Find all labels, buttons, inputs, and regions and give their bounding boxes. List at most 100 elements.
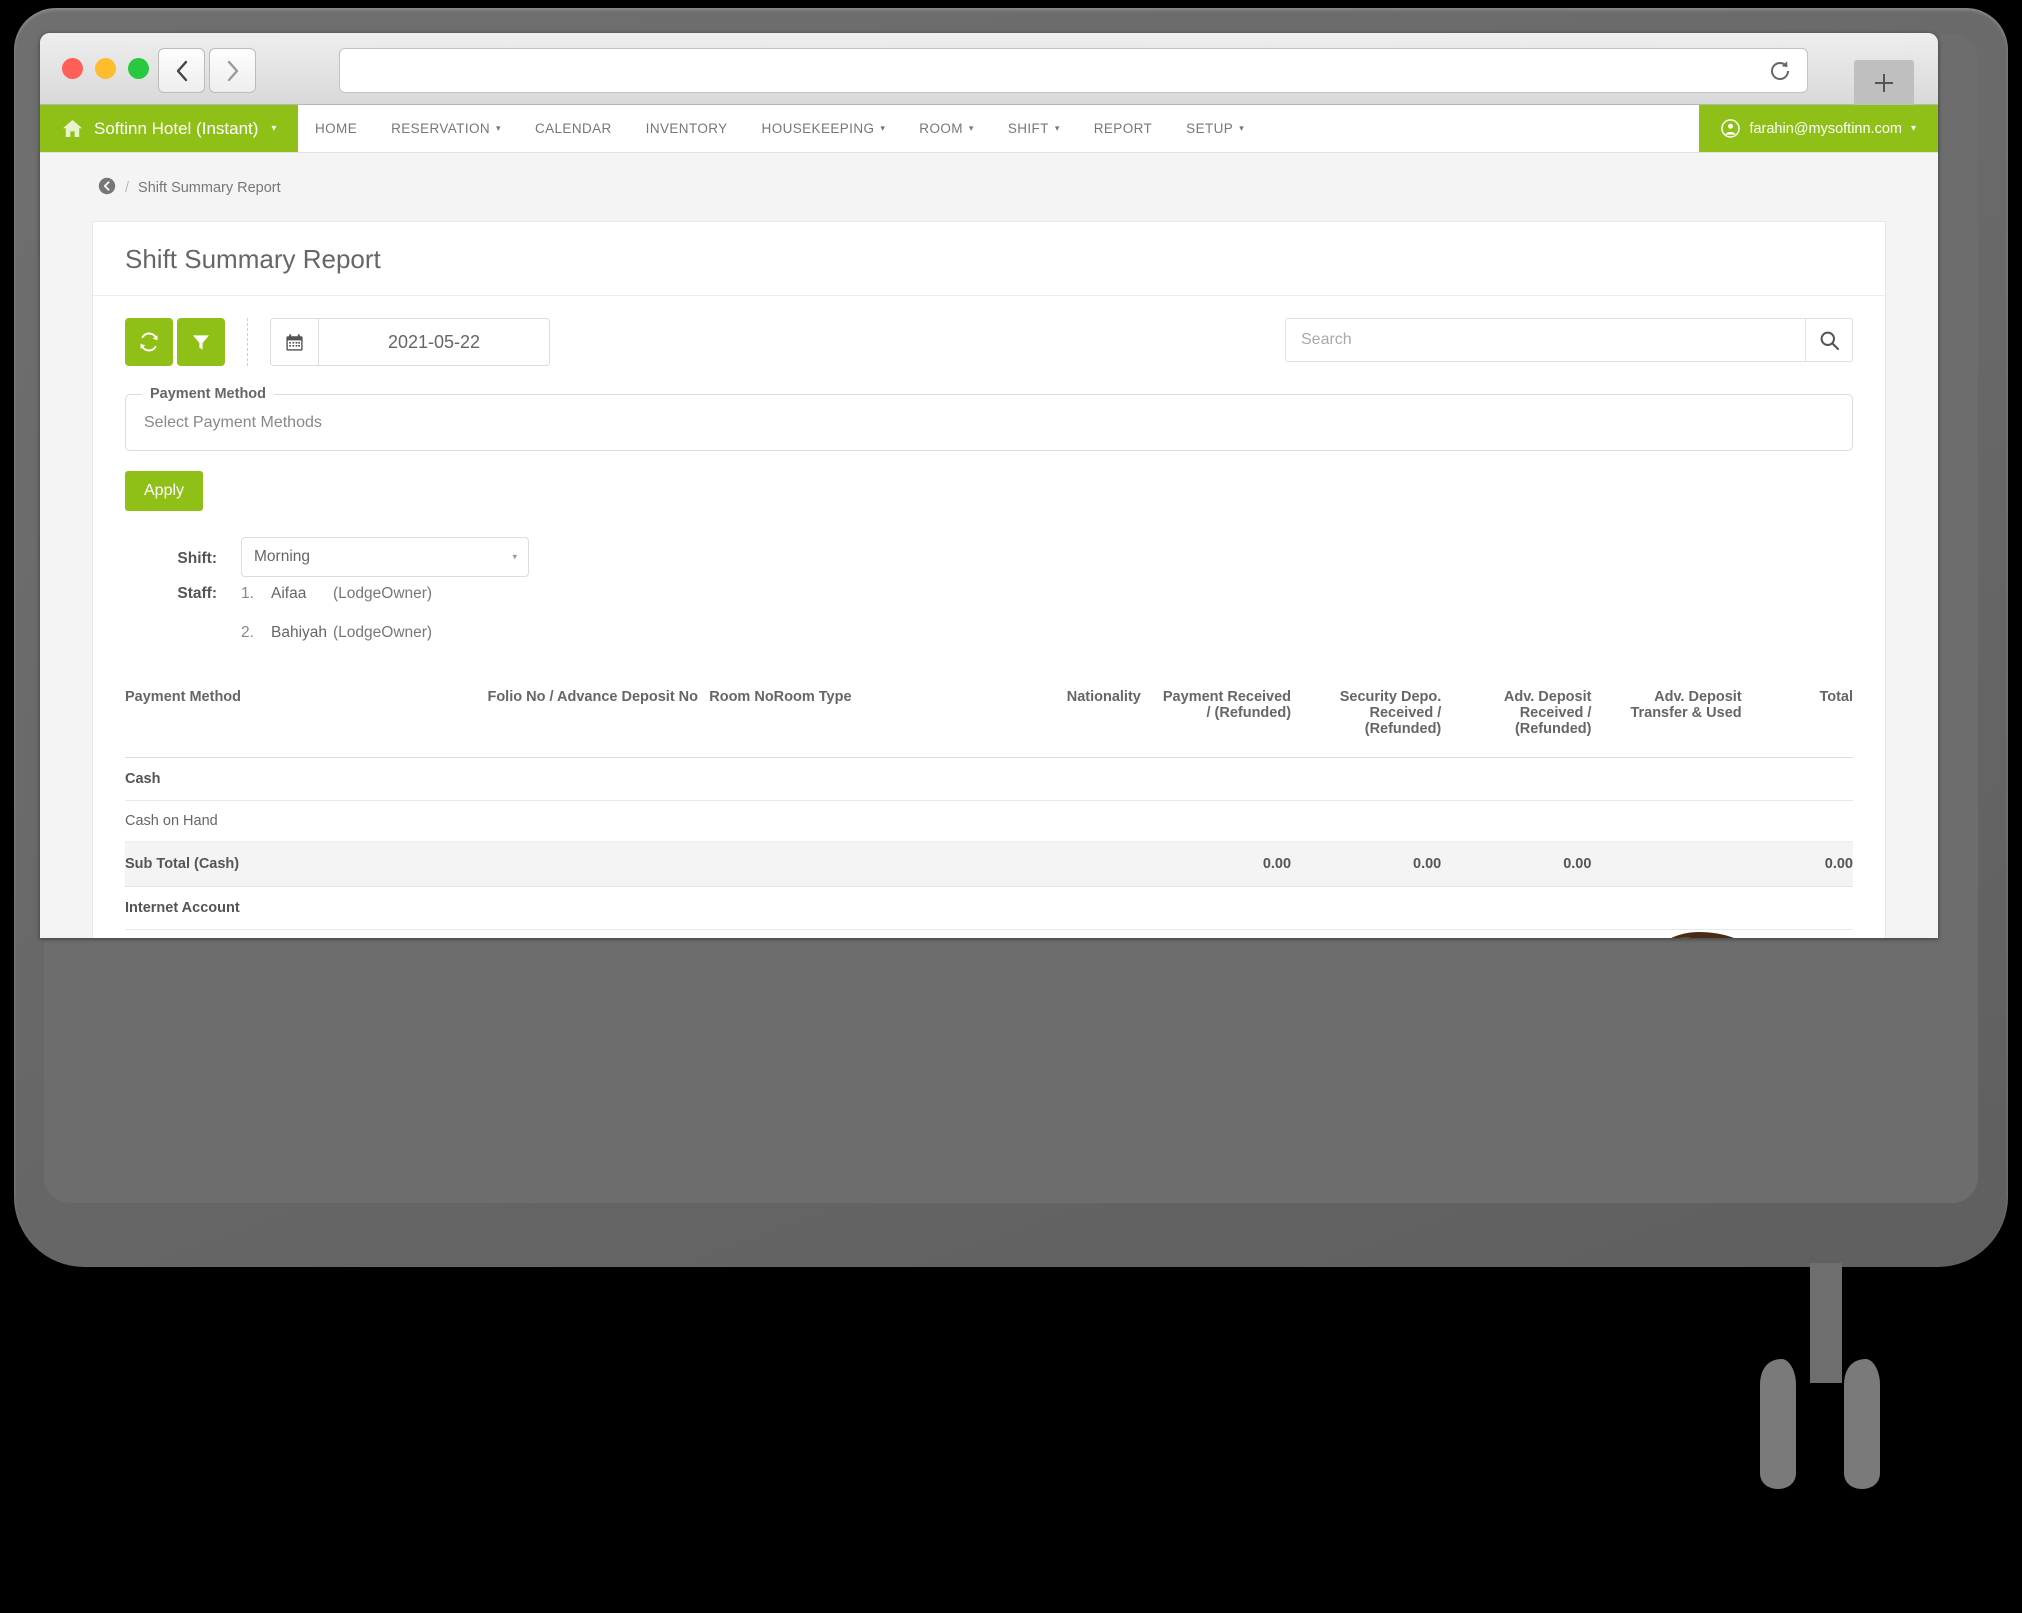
cell-blank: [973, 886, 1141, 930]
calendar-icon: [270, 318, 318, 366]
cell-payment-received: [1140, 886, 1292, 930]
cell-blank: [973, 929, 1141, 938]
column-header-nationality: Nationality: [973, 681, 1141, 758]
shift-select[interactable]: Morning ▾: [241, 537, 529, 577]
table-row: Cash: [125, 757, 1853, 801]
cell-blank: [773, 886, 974, 930]
back-circle-icon[interactable]: [98, 177, 116, 199]
nav-item-label: ROOM: [919, 121, 963, 136]
column-header-adv-deposit-transfer: Adv. Deposit Transfer & Used: [1591, 681, 1742, 758]
chevron-down-icon: ▾: [271, 123, 277, 134]
maximize-window-button[interactable]: [128, 58, 149, 79]
cell-adv-deposit-transfer: [1591, 841, 1742, 887]
payment-method-filter[interactable]: Payment Method Select Payment Methods: [125, 386, 1853, 451]
browser-window: Softinn Hotel (Instant) ▾ HOME RESERVATI…: [40, 33, 1938, 938]
cell-blank: [773, 800, 974, 842]
search-button[interactable]: [1805, 318, 1853, 362]
reload-icon[interactable]: [1767, 58, 1793, 84]
refresh-button[interactable]: [125, 318, 173, 366]
filter-button[interactable]: [177, 318, 225, 366]
staff-row: Staff: 1. Aifaa (LodgeOwner) 2. Bahiyah: [125, 583, 1853, 663]
cell-blank: [458, 757, 699, 801]
nav-item-shift[interactable]: SHIFT ▾: [991, 105, 1077, 152]
page-title: Shift Summary Report: [93, 222, 1885, 296]
cell-blank: [698, 841, 774, 887]
toolbar-divider: [247, 318, 248, 366]
chevron-down-icon: ▾: [1239, 123, 1245, 133]
table-row: Internet Account: [125, 886, 1853, 930]
shift-meta: Shift: Morning ▾ Staff: 1. Aifaa (LodgeO…: [125, 537, 1853, 663]
cell-security-deposit: [1291, 800, 1442, 842]
chevron-left-icon: [176, 60, 187, 81]
payment-method-placeholder[interactable]: Select Payment Methods: [142, 408, 1836, 434]
home-icon: [62, 119, 83, 138]
nav-item-report[interactable]: REPORT: [1077, 105, 1169, 152]
column-header-line: Payment Received: [1162, 689, 1292, 705]
column-header-line: Transfer & Used: [1630, 705, 1742, 721]
list-item: 2. Bahiyah (LodgeOwner): [241, 624, 432, 642]
apply-button[interactable]: Apply: [125, 471, 204, 511]
column-header-folio-no: Folio No / Advance Deposit No: [458, 681, 699, 758]
shift-row: Shift: Morning ▾: [125, 537, 1853, 577]
new-tab-button[interactable]: [1854, 60, 1914, 106]
cell-blank: [773, 757, 974, 801]
column-header-payment-method: Payment Method: [125, 681, 459, 758]
report-card: Shift Summary Report 2021-05-22 Search P…: [92, 221, 1886, 938]
search-input[interactable]: [1285, 318, 1805, 362]
chevron-down-icon: ▾: [968, 123, 974, 133]
nav-item-reservation[interactable]: RESERVATION ▾: [374, 105, 518, 152]
column-header-security-deposit: Security Depo. Received / (Refunded): [1291, 681, 1442, 758]
card-body: 2021-05-22 Search Payment Method Select …: [93, 296, 1885, 938]
cell-blank: [973, 841, 1141, 887]
page-background: / Shift Summary Report Shift Summary Rep…: [40, 153, 1938, 938]
chevron-down-icon: ▾: [1054, 123, 1060, 133]
cell-adv-deposit-transfer: [1591, 929, 1742, 938]
staff-index: 2.: [241, 624, 254, 641]
shift-label: Shift:: [177, 550, 217, 567]
payment-method-name: Maybank: [125, 929, 459, 938]
brand-menu[interactable]: Softinn Hotel (Instant) ▾: [40, 105, 298, 152]
cell-payment-received: [1140, 757, 1292, 801]
url-bar[interactable]: [339, 48, 1808, 93]
chevron-right-icon: [227, 60, 238, 81]
cell-total: [1741, 929, 1853, 938]
nav-item-home[interactable]: HOME: [298, 105, 374, 152]
close-window-button[interactable]: [62, 58, 83, 79]
nav-item-label: SHIFT: [1007, 121, 1049, 136]
column-header-line: (Refunded): [1364, 721, 1442, 737]
cell-blank: [698, 929, 774, 938]
nav-item-label: REPORT: [1093, 121, 1153, 136]
cell-adv-deposit-transfer: [1591, 757, 1742, 801]
chevron-down-icon: ▾: [880, 123, 886, 133]
table-row[interactable]: Cash on Hand: [125, 800, 1853, 842]
forward-button[interactable]: [209, 48, 256, 93]
cell-total: [1741, 757, 1853, 801]
cell-blank: [458, 886, 699, 930]
account-menu[interactable]: farahin@mysoftinn.com ▾: [1699, 105, 1938, 152]
table-row[interactable]: Maybank: [125, 929, 1853, 938]
cell-adv-deposit-received: [1441, 800, 1592, 842]
cell-adv-deposit-transfer: [1591, 800, 1742, 842]
refresh-icon: [140, 332, 158, 352]
cell-blank: [698, 800, 774, 842]
nav-item-setup[interactable]: SETUP ▾: [1169, 105, 1261, 152]
minimize-window-button[interactable]: [95, 58, 116, 79]
cell-total: [1741, 886, 1853, 930]
nav-item-calendar[interactable]: CALENDAR: [518, 105, 629, 152]
back-button[interactable]: [158, 48, 205, 93]
column-header-line: Received /: [1369, 705, 1442, 721]
cell-blank: [973, 757, 1141, 801]
device-frame: Softinn Hotel (Instant) ▾ HOME RESERVATI…: [0, 0, 2022, 1489]
cell-adv-deposit-received: [1441, 886, 1592, 930]
staff-name: Bahiyah: [271, 624, 328, 641]
table-row: Sub Total (Cash) 0.00 0.00 0.00 0.00: [125, 841, 1853, 887]
column-header-line: Adv. Deposit: [1654, 689, 1742, 705]
breadcrumb-separator: /: [125, 180, 130, 196]
column-header-room-type: Room Type: [773, 681, 974, 758]
date-value[interactable]: 2021-05-22: [318, 318, 550, 366]
date-picker[interactable]: 2021-05-22: [270, 318, 550, 366]
nav-item-inventory[interactable]: INVENTORY: [629, 105, 745, 152]
nav-item-housekeeping[interactable]: HOUSEKEEPING ▾: [745, 105, 903, 152]
nav-item-room[interactable]: ROOM ▾: [902, 105, 991, 152]
cell-adv-deposit-received: [1441, 757, 1592, 801]
